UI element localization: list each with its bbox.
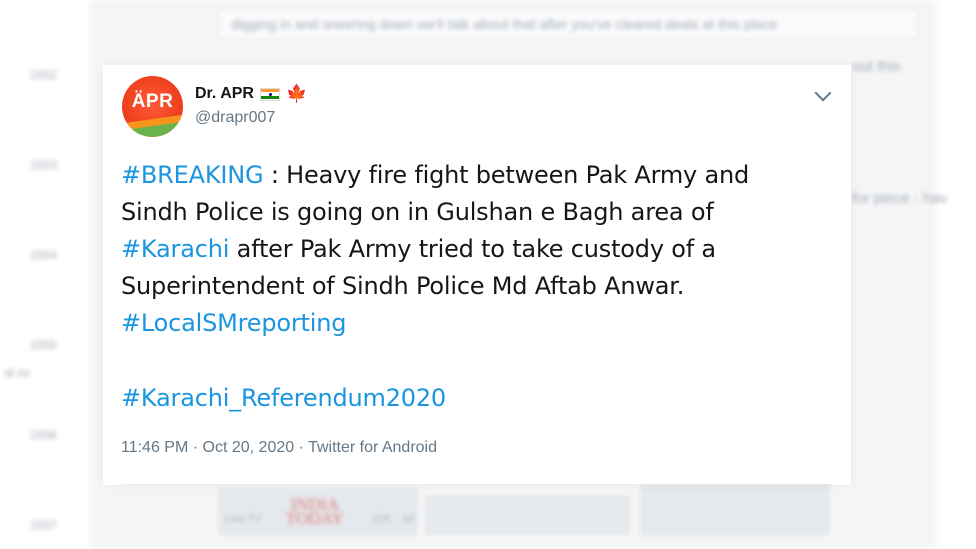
background-timestamp: 1557 — [30, 518, 57, 532]
avatar[interactable]: ÄPR — [122, 76, 183, 137]
background-timestamp: 1555 — [30, 338, 57, 352]
tweet-line: #LocalSMreporting — [121, 305, 821, 342]
author-name-row[interactable]: Dr. APR 🍁 — [195, 85, 307, 103]
tweet-line: Sindh Police is going on in Gulshan e Ba… — [121, 198, 714, 226]
background-left-text: st ro — [4, 365, 30, 380]
background-left-margin — [0, 0, 90, 549]
background-media-card — [640, 480, 830, 536]
background-right-margin — [936, 0, 976, 549]
author-display-name[interactable]: Dr. APR — [195, 85, 254, 103]
tweet-line: #BREAKING : Heavy fire fight between Pak… — [121, 157, 821, 194]
background-comment-box: digging in and sneering down we'll talk … — [218, 8, 918, 40]
background-logo: INDIA TODAY — [286, 496, 344, 528]
hashtag-link[interactable]: #Karachi_Referendum2020 — [121, 384, 446, 412]
divider — [121, 484, 833, 485]
hashtag-link[interactable]: #Karachi — [121, 235, 229, 263]
background-timestamp: 1552 — [30, 68, 57, 82]
background-right-text: for piece - hav — [852, 190, 948, 207]
tweet-line: #Karachi_Referendum2020 — [121, 380, 821, 417]
avatar-logo-text: ÄPR — [131, 91, 174, 112]
background-small-text: Live TV — [225, 513, 263, 525]
canada-maple-leaf-icon: 🍁 — [285, 83, 308, 104]
background-timestamp: 1554 — [30, 248, 57, 262]
background-timestamp: 1556 — [30, 428, 57, 442]
background-small-text: 22K — [372, 513, 392, 525]
background-media-card — [425, 495, 630, 535]
background-logo-line: TODAY — [286, 509, 344, 528]
tweet-body: #BREAKING : Heavy fire fight between Pak… — [121, 157, 821, 417]
tweet-card[interactable]: ÄPR Dr. APR 🍁 @drapr007 #BREAKING : Heav… — [103, 65, 851, 485]
background-right-text: out this — [852, 58, 901, 75]
background-small-text: 44 — [402, 513, 415, 525]
hashtag-link[interactable]: #LocalSMreporting — [121, 309, 346, 337]
tweet-text-segment: : Heavy fire fight between Pak Army and — [263, 161, 750, 189]
author-handle[interactable]: @drapr007 — [195, 109, 275, 127]
tweet-line: #Karachi after Pak Army tried to take cu… — [121, 231, 821, 268]
tweet-text-segment: after Pak Army tried to take custody of … — [229, 235, 717, 263]
tweet-line: Superintendent of Sindh Police Md Aftab … — [121, 272, 685, 300]
background-timestamp: 1553 — [30, 158, 57, 172]
tweet-timestamp-source[interactable]: 11:46 PM · Oct 20, 2020 · Twitter for An… — [121, 439, 437, 457]
hashtag-link[interactable]: #BREAKING — [121, 161, 264, 189]
india-flag-icon — [259, 87, 280, 101]
chevron-down-icon[interactable] — [814, 84, 832, 102]
